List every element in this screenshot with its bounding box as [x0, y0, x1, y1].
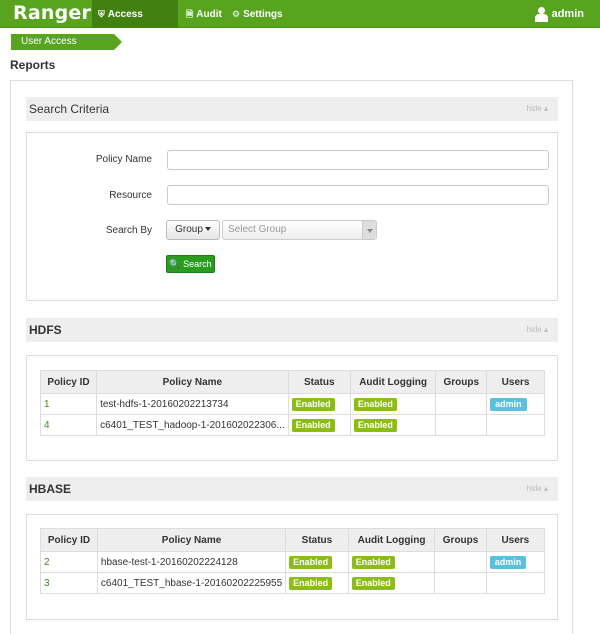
groups-cell [435, 414, 488, 436]
policy-id-link[interactable]: 2 [40, 551, 98, 573]
shield-icon: ⛨ [98, 9, 105, 19]
table-row: 1 test-hdfs-1-20160202213734 Enabled Ena… [39, 393, 545, 415]
gear-icon: ⚙ [232, 9, 241, 19]
hide-search-criteria-link[interactable]: hide ▴ [527, 104, 548, 113]
audit-badge: Enabled [353, 397, 397, 411]
policy-name-cell: c6401_TEST_hbase-1-20160202225955 [96, 572, 287, 594]
users-cell: admin [486, 393, 545, 415]
col-policy-name: Policy Name [96, 370, 289, 394]
status-badge: Enabled [291, 397, 335, 411]
hide-hdfs-link[interactable]: hide ▴ [527, 325, 548, 334]
hbase-title: HBASE [29, 482, 72, 496]
table-row: 4 c6401_TEST_hadoop-1-201602022306... En… [39, 414, 545, 436]
breadcrumb[interactable]: User Access Report [11, 34, 122, 63]
audit-cell: Enabled [349, 414, 437, 436]
status-badge: Enabled [289, 555, 333, 569]
col-policy-id: Policy ID [40, 528, 98, 552]
col-status: Status [287, 370, 351, 394]
hdfs-table: Policy ID Policy Name Status Audit Loggi… [39, 370, 545, 436]
search-criteria-title: Search Criteria [29, 102, 110, 116]
search-button-label: Search [183, 259, 212, 269]
audit-badge: Enabled [351, 555, 395, 569]
nav-audit[interactable]: 🗎 Audit [180, 0, 228, 28]
policy-name-cell: hbase-test-1-20160202224128 [96, 551, 287, 573]
users-cell [486, 414, 545, 436]
col-audit-logging: Audit Logging [349, 370, 437, 394]
select-group-placeholder: Select Group [228, 224, 287, 235]
nav-settings-label: Settings [243, 9, 283, 20]
table-header-row: Policy ID Policy Name Status Audit Loggi… [39, 370, 545, 394]
audit-cell: Enabled [349, 393, 437, 415]
resource-label: Resource [109, 190, 152, 201]
col-users: Users [485, 528, 546, 552]
user-menu[interactable]: admin [528, 0, 590, 28]
select-group-dropdown[interactable]: Select Group [222, 220, 377, 240]
hbase-table: Policy ID Policy Name Status Audit Loggi… [40, 528, 546, 594]
policy-id-link[interactable]: 4 [39, 414, 98, 436]
status-cell: Enabled [285, 572, 349, 594]
group-dropdown-label: Group [175, 224, 203, 235]
groups-cell [435, 393, 488, 415]
status-cell: Enabled [285, 551, 349, 573]
nav-audit-label: Audit [196, 9, 222, 20]
search-criteria-header: Search Criteria hide ▴ [26, 97, 558, 121]
hide-hbase-link[interactable]: hide ▴ [527, 484, 548, 493]
col-audit-logging: Audit Logging [347, 528, 436, 552]
policy-name-cell: c6401_TEST_hadoop-1-201602022306... [96, 414, 289, 436]
hbase-header: HBASE hide ▴ [26, 477, 558, 501]
groups-cell [434, 551, 487, 573]
audit-cell: Enabled [347, 551, 436, 573]
top-navbar: Ranger ⛨Access Manager 🗎Audit ⚙Settings … [0, 0, 600, 48]
audit-badge: Enabled [351, 576, 395, 590]
col-groups: Groups [434, 528, 487, 552]
audit-badge: Enabled [353, 418, 397, 432]
col-groups: Groups [435, 370, 488, 394]
policy-name-cell: test-hdfs-1-20160202213734 [96, 393, 289, 415]
users-cell: admin [485, 551, 546, 573]
policy-id-link[interactable]: 3 [40, 572, 98, 594]
search-icon: 🔍 [169, 259, 181, 269]
groups-cell [434, 572, 487, 594]
policy-name-input[interactable] [167, 150, 549, 170]
page-title: Reports [10, 58, 56, 72]
policy-id-link[interactable]: 1 [39, 393, 98, 415]
hdfs-title: HDFS [29, 323, 62, 337]
search-button[interactable]: 🔍 Search [166, 255, 215, 273]
caret-down-icon [204, 227, 211, 232]
user-name: admin [551, 8, 584, 20]
file-icon: 🗎 [186, 9, 194, 19]
hdfs-header: HDFS hide ▴ [26, 318, 558, 342]
table-header-row: Policy ID Policy Name Status Audit Loggi… [40, 528, 546, 552]
col-status: Status [285, 528, 349, 552]
audit-cell: Enabled [347, 572, 436, 594]
nav-settings[interactable]: ⚙ Settings [226, 0, 289, 28]
col-policy-name: Policy Name [96, 528, 287, 552]
status-cell: Enabled [287, 414, 351, 436]
col-policy-id: Policy ID [39, 370, 98, 394]
status-cell: Enabled [287, 393, 351, 415]
status-badge: Enabled [289, 576, 333, 590]
nav-access-manager[interactable]: ⛨Access Manager [92, 0, 178, 48]
policy-name-label: Policy Name [95, 154, 152, 165]
resource-input[interactable] [167, 185, 549, 205]
table-row: 2 hbase-test-1-20160202224128 Enabled En… [40, 551, 546, 573]
col-users: Users [486, 370, 545, 394]
table-row: 3 c6401_TEST_hbase-1-20160202225955 Enab… [40, 572, 546, 594]
user-badge: admin [490, 397, 527, 411]
user-badge: admin [489, 555, 527, 569]
users-cell [485, 572, 546, 594]
status-badge: Enabled [291, 418, 335, 432]
group-dropdown-button[interactable]: Group [166, 220, 220, 240]
search-by-label: Search By [105, 225, 152, 236]
chevron-down-icon[interactable] [362, 221, 376, 239]
brand-logo[interactable]: Ranger [13, 2, 91, 24]
user-icon [534, 6, 548, 23]
